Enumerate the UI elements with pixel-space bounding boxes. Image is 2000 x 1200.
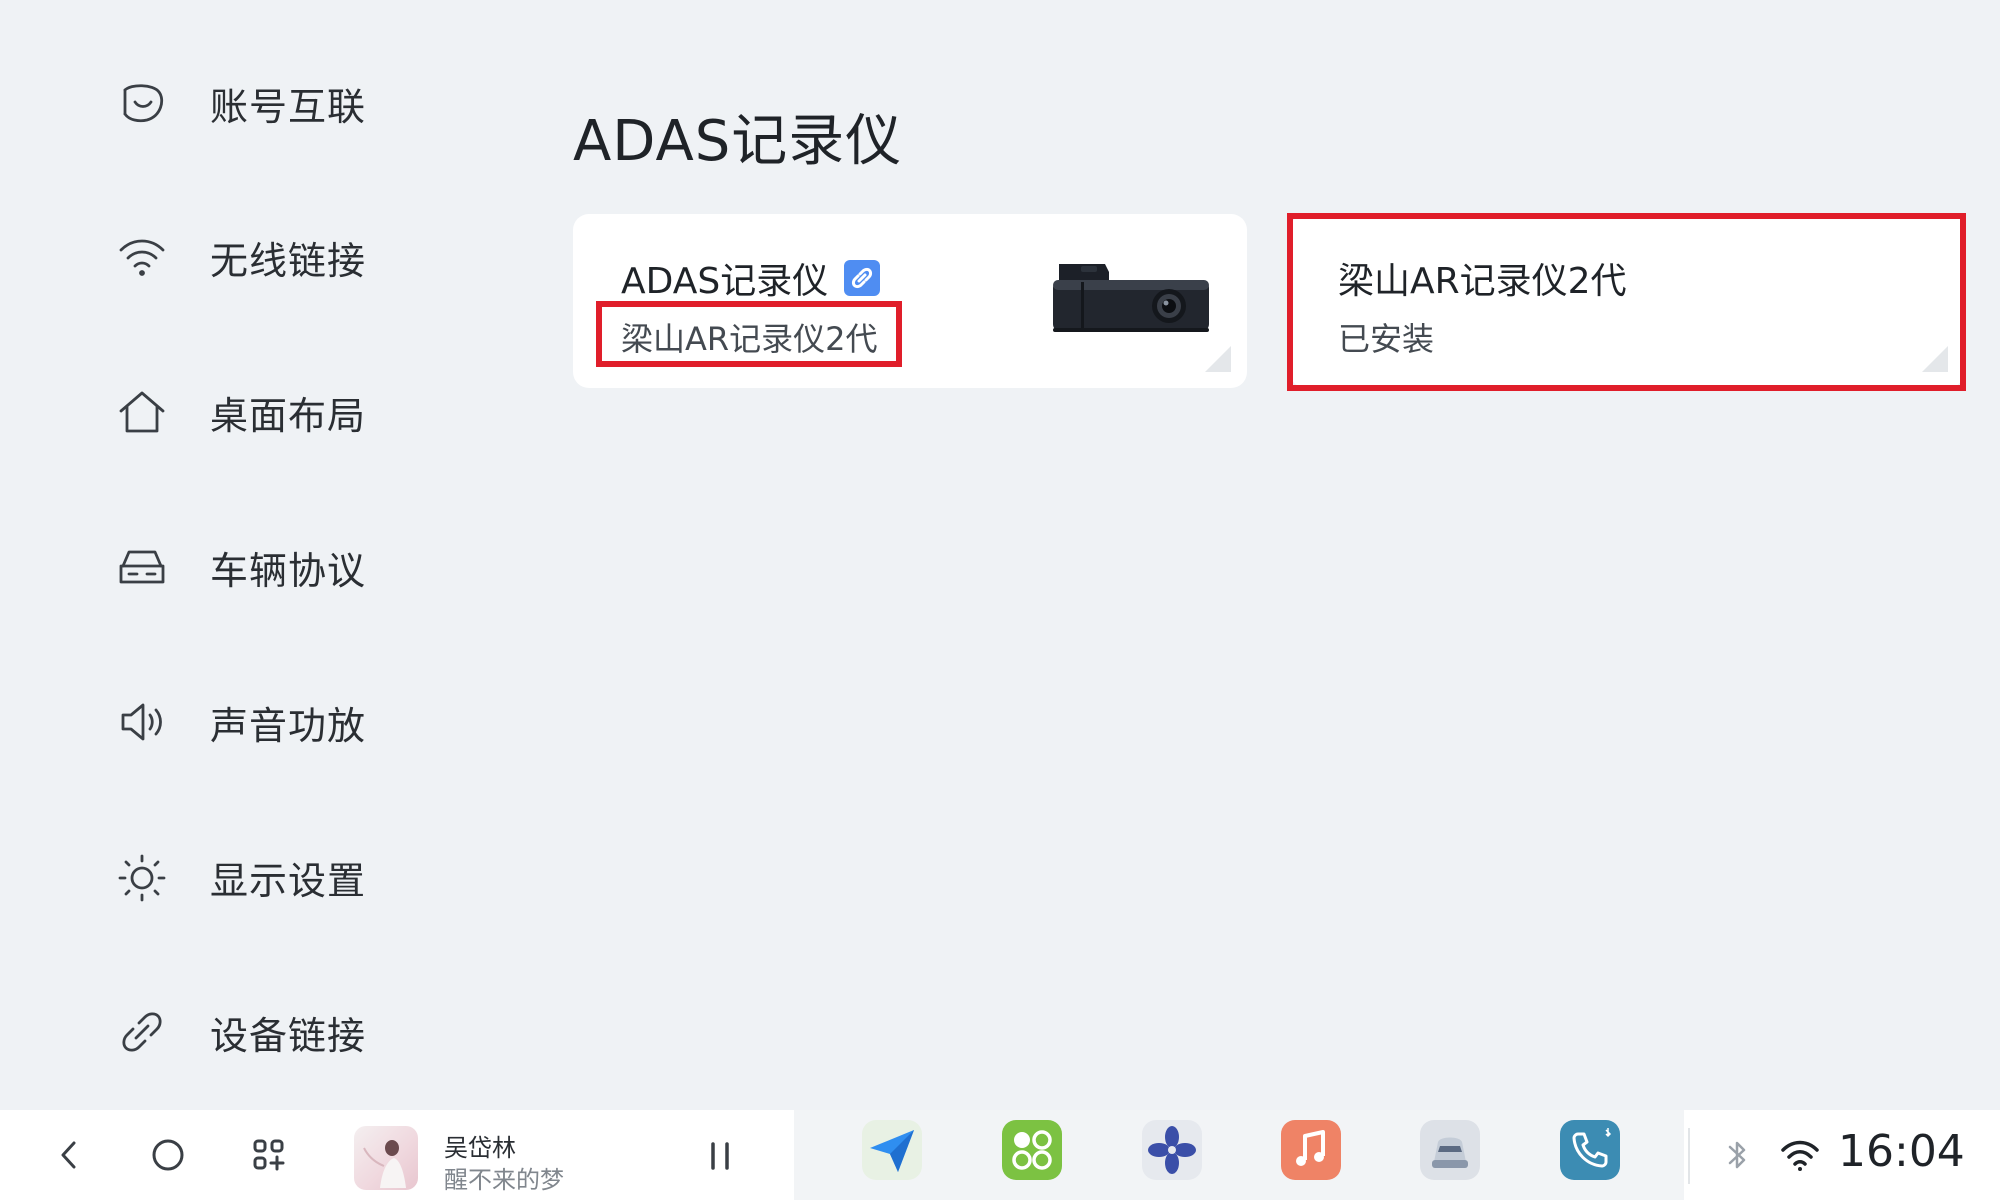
back-button[interactable] bbox=[44, 1130, 94, 1180]
phone-app-icon[interactable] bbox=[1560, 1120, 1620, 1180]
speaker-icon bbox=[115, 695, 169, 749]
grid-plus-icon bbox=[253, 1139, 285, 1171]
pause-icon bbox=[711, 1142, 729, 1170]
sidebar-item-device-link[interactable]: 设备链接 bbox=[115, 997, 366, 1067]
app-drawer-button[interactable] bbox=[244, 1130, 294, 1180]
account-link-icon bbox=[115, 76, 169, 130]
artist-name: 吴岱林 bbox=[444, 1134, 516, 1162]
clock: 16:04 bbox=[1838, 1126, 1965, 1177]
sidebar-item-label: 显示设置 bbox=[210, 858, 367, 903]
page-title: ADAS记录仪 bbox=[573, 109, 903, 174]
sidebar-item-display[interactable]: 显示设置 bbox=[115, 842, 366, 912]
sidebar-item-label: 车辆协议 bbox=[210, 548, 367, 593]
bluetooth-icon[interactable] bbox=[1714, 1132, 1760, 1178]
sidebar-item-label: 桌面布局 bbox=[210, 393, 367, 438]
sidebar-item-label: 账号互联 bbox=[210, 84, 367, 129]
pause-button[interactable] bbox=[700, 1136, 740, 1176]
car-app-icon[interactable] bbox=[1420, 1120, 1480, 1180]
home-icon bbox=[115, 385, 169, 439]
navigation-app-icon[interactable] bbox=[862, 1120, 922, 1180]
link-icon bbox=[844, 260, 881, 296]
fan-app-icon[interactable] bbox=[1142, 1120, 1202, 1180]
wifi-icon bbox=[115, 230, 169, 284]
brightness-icon bbox=[115, 850, 169, 904]
sidebar: 账号互联 无线链接 桌面布局 车辆协议 声音功放 显示设置 设备链接 bbox=[0, 0, 540, 1110]
sidebar-item-wireless[interactable]: 无线链接 bbox=[115, 222, 366, 292]
device-card-liangshan[interactable]: 梁山AR记录仪2代 已安装 bbox=[1290, 214, 1964, 388]
install-status: 已安装 bbox=[1338, 320, 1435, 358]
taskbar-divider bbox=[1688, 1128, 1690, 1184]
music-app-icon[interactable] bbox=[1281, 1120, 1341, 1180]
chevron-left-icon bbox=[61, 1141, 76, 1169]
sidebar-item-sound-amp[interactable]: 声音功放 bbox=[115, 687, 366, 757]
device-card-title: ADAS记录仪 bbox=[621, 252, 881, 304]
corner-indicator-icon bbox=[1918, 342, 1950, 374]
sidebar-item-desktop-layout[interactable]: 桌面布局 bbox=[115, 377, 366, 447]
car-icon bbox=[115, 540, 169, 594]
link-icon bbox=[115, 1005, 169, 1059]
home-button[interactable] bbox=[143, 1130, 193, 1180]
song-title: 醒不来的梦 bbox=[444, 1166, 564, 1194]
device-name: 梁山AR记录仪2代 bbox=[1338, 261, 1627, 302]
sidebar-item-label: 无线链接 bbox=[210, 238, 367, 283]
device-name: ADAS记录仪 bbox=[621, 261, 829, 302]
device-card-adas[interactable]: ADAS记录仪 梁山AR记录仪2代 bbox=[573, 214, 1247, 388]
taskbar: 吴岱林 醒不来的梦 16:04 bbox=[0, 1110, 2000, 1200]
app-dock bbox=[794, 1110, 1684, 1200]
corner-indicator-icon bbox=[1201, 342, 1233, 374]
sidebar-item-vehicle-protocol[interactable]: 车辆协议 bbox=[115, 532, 366, 602]
sidebar-item-account-link[interactable]: 账号互联 bbox=[115, 68, 366, 138]
media-player[interactable]: 吴岱林 醒不来的梦 bbox=[354, 1118, 794, 1194]
dashcam-image bbox=[1051, 258, 1211, 348]
circle-icon bbox=[152, 1139, 184, 1171]
sidebar-item-label: 声音功放 bbox=[210, 703, 367, 748]
apps-grid-app-icon[interactable] bbox=[1002, 1120, 1062, 1180]
sidebar-item-label: 设备链接 bbox=[210, 1013, 367, 1058]
wifi-status-icon[interactable] bbox=[1777, 1132, 1823, 1178]
device-subtitle: 梁山AR记录仪2代 bbox=[621, 320, 878, 358]
album-art bbox=[354, 1126, 418, 1190]
